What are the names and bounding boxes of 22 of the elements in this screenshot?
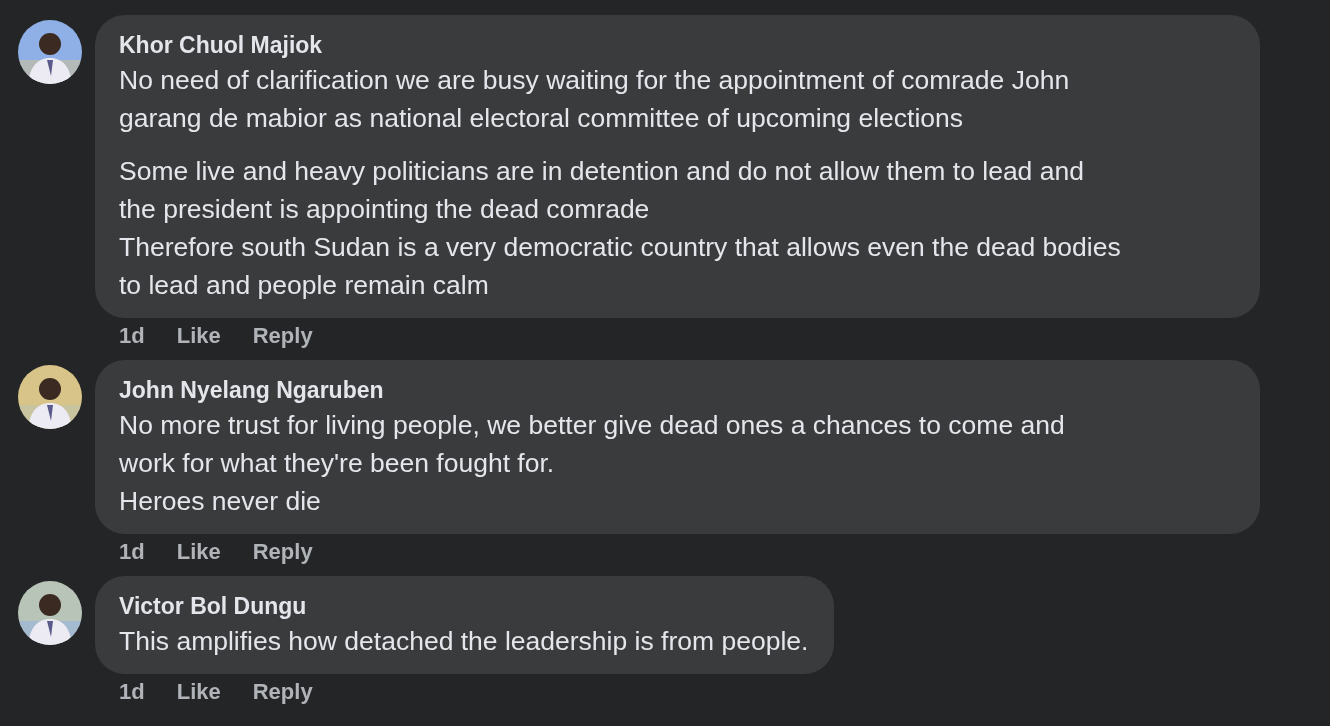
timestamp: 1d xyxy=(119,678,145,706)
action-link[interactable]: Reply xyxy=(252,321,313,360)
comment-text: Therefore south Sudan is a very democratic country that allows even the dead bodies xyxy=(119,231,1121,264)
comment-text: No more trust for living people, we better give dead ones a chances to come and xyxy=(119,409,1065,442)
action-link[interactable]: Like xyxy=(176,537,221,576)
comment-text: to lead and people remain calm xyxy=(119,269,489,302)
action-link[interactable]: Like xyxy=(176,677,221,716)
action-link[interactable]: Reply xyxy=(252,677,313,716)
author-name[interactable]: Khor Chuol Majiok xyxy=(119,29,323,61)
comment-text: garang de mabior as national electoral committee of upcoming elections xyxy=(119,102,964,135)
comment-text: the president is appointing the dead comrade xyxy=(119,193,650,226)
comment-text: Heroes never die xyxy=(119,485,321,518)
timestamp: 1d xyxy=(119,538,145,566)
action-link[interactable]: Like xyxy=(176,321,221,360)
comment-text: This amplifies how detached the leadership is from people. xyxy=(119,625,809,658)
comment-text: No need of clarification we are busy waiting for the appointment of comrade John xyxy=(119,64,1070,97)
action-link[interactable]: Reply xyxy=(252,537,313,576)
comment-text: Some live and heavy politicians are in detention and do not allow them to lead and xyxy=(119,155,1084,188)
timestamp: 1d xyxy=(119,322,145,350)
author-name[interactable]: Victor Bol Dungu xyxy=(119,590,307,622)
comment-text: work for what they're been fought for. xyxy=(119,447,555,480)
author-name[interactable]: John Nyelang Ngaruben xyxy=(119,374,384,406)
